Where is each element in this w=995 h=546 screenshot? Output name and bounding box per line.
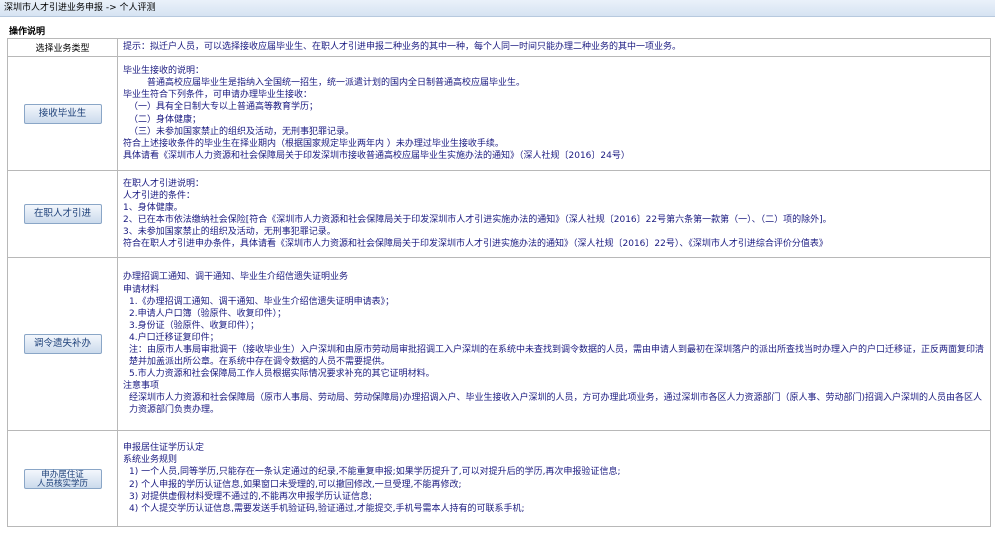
text-line: 2.申请人户口簿（验原件、收复印件）；: [129, 308, 287, 319]
text-line: 3.身份证（验原件、收复印件）；: [129, 320, 260, 331]
text-line: 毕业生符合下列条件，可申请办理毕业生接收：: [123, 90, 313, 101]
text-line: 申报居住证学历认定: [123, 443, 205, 454]
text-line: 办理招调工通知、调干通知、毕业生介绍信遗失证明业务: [123, 272, 349, 283]
text-line: 注：由原市人事局审批调干（接收毕业生）入户深圳和由原市劳动局审批招调工入户深圳的…: [129, 345, 985, 368]
business-table: 选择业务类型 提示：拟迁户人员，可以选择接收应届毕业生、在职人才引进申报二种业务…: [7, 38, 991, 527]
text-line: 毕业生接收的说明：: [123, 66, 205, 77]
text-line: 符合在职人才引进申办条件，具体请看《深圳市人力资源和社会保障局关于印发深圳市人才…: [123, 239, 828, 250]
text-line: 4.户口迁移证复印件；: [129, 332, 219, 343]
breadcrumb: 深圳市人才引进业务申报 -> 个人评测: [0, 0, 995, 17]
text-line: 1) 一个人员,同等学历,只能存在一条认定通过的纪录,不能重复申报;如果学历提升…: [129, 467, 621, 478]
text-line: 4) 个人提交学历认证信息,需要发送手机验证码,验证通过,才能提交,手机号需本人…: [129, 503, 525, 514]
ops-title: 操作说明: [9, 27, 46, 37]
residence-education-verify-button[interactable]: 申办居住证 人员核实学历: [23, 468, 102, 489]
text-line: 2、已在本市依法缴纳社会保险[符合《深圳市人力资源和社会保障局关于印发深圳市人才…: [123, 215, 832, 225]
section-lost-order-row: 调令遗失补办 办理招调工通知、调干通知、毕业生介绍信遗失证明业务 申请材料 1.…: [7, 257, 991, 431]
section-graduate-row: 接收毕业生 毕业生接收的说明： 普通高校应届毕业生是指纳入全国统一招生，统一派遣…: [7, 56, 991, 171]
talent-introduction-button[interactable]: 在职人才引进: [23, 204, 102, 224]
lost-order-reissue-button[interactable]: 调令遗失补办: [23, 334, 102, 354]
text-line: 在职人才引进说明：: [123, 178, 205, 189]
select-type-row: 选择业务类型 提示：拟迁户人员，可以选择接收应届毕业生、在职人才引进申报二种业务…: [7, 38, 991, 57]
receive-graduate-button[interactable]: 接收毕业生: [23, 103, 102, 124]
button-label-line: 人员核实学历: [36, 478, 88, 489]
select-type-label: 选择业务类型: [7, 38, 118, 57]
text-line: 1、身体健康。: [123, 202, 183, 213]
text-line: 符合上述接收条件的毕业生在择业期内（根据国家规定毕业两年内 ）未办理过毕业生接收…: [123, 138, 504, 149]
text-line: 普通高校应届毕业生是指纳入全国统一招生，统一派遣计划的国内全日制普通高校应届毕业…: [147, 78, 526, 89]
text-line: 系统业务规则: [123, 455, 178, 466]
text-line: 注意事项: [123, 381, 160, 392]
section-talent-row: 在职人才引进 在职人才引进说明： 人才引进的条件： 1、身体健康。 2、已在本市…: [7, 170, 991, 258]
text-line: 经深圳市人力资源和社会保障局（原市人事局、劳动局、劳动保障局)办理招调入户、毕业…: [129, 393, 983, 416]
text-line: 人才引进的条件：: [123, 190, 196, 201]
text-line: 3、未参加国家禁止的组织及活动，无刑事犯罪记录。: [123, 227, 336, 238]
text-line: 2) 个人申报的学历认证信息,如果窗口未受理的,可以撤回修改,一旦受理,不能再修…: [129, 479, 462, 490]
text-line: 5.市人力资源和社会保障局工作人员根据实际情况要求补充的其它证明材料。: [129, 369, 435, 380]
text-line: （二）身体健康；: [129, 114, 202, 125]
text-line: （三）未参加国家禁止的组织及活动，无刑事犯罪记录。: [129, 126, 355, 137]
text-line: 3) 对提供虚假材料受理不通过的,不能再次申报学历认证信息;: [129, 491, 372, 502]
section-residence-row: 申办居住证 人员核实学历 申报居住证学历认定 系统业务规则 1) 一个人员,同等…: [7, 430, 991, 527]
select-type-tip: 提示：拟迁户人员，可以选择接收应届毕业生、在职人才引进申报二种业务的其中一种，每…: [117, 38, 991, 57]
text-line: 1.《办理招调工通知、调干通知、毕业生介绍信遗失证明申请表》；: [129, 296, 395, 307]
text-line: 申请材料: [123, 284, 160, 295]
text-line: （一）具有全日制大专以上普通高等教育学历；: [129, 102, 319, 113]
text-line: 具体请看《深圳市人力资源和社会保障局关于印发深圳市接收普通高校应届毕业生实施办法…: [123, 150, 630, 161]
